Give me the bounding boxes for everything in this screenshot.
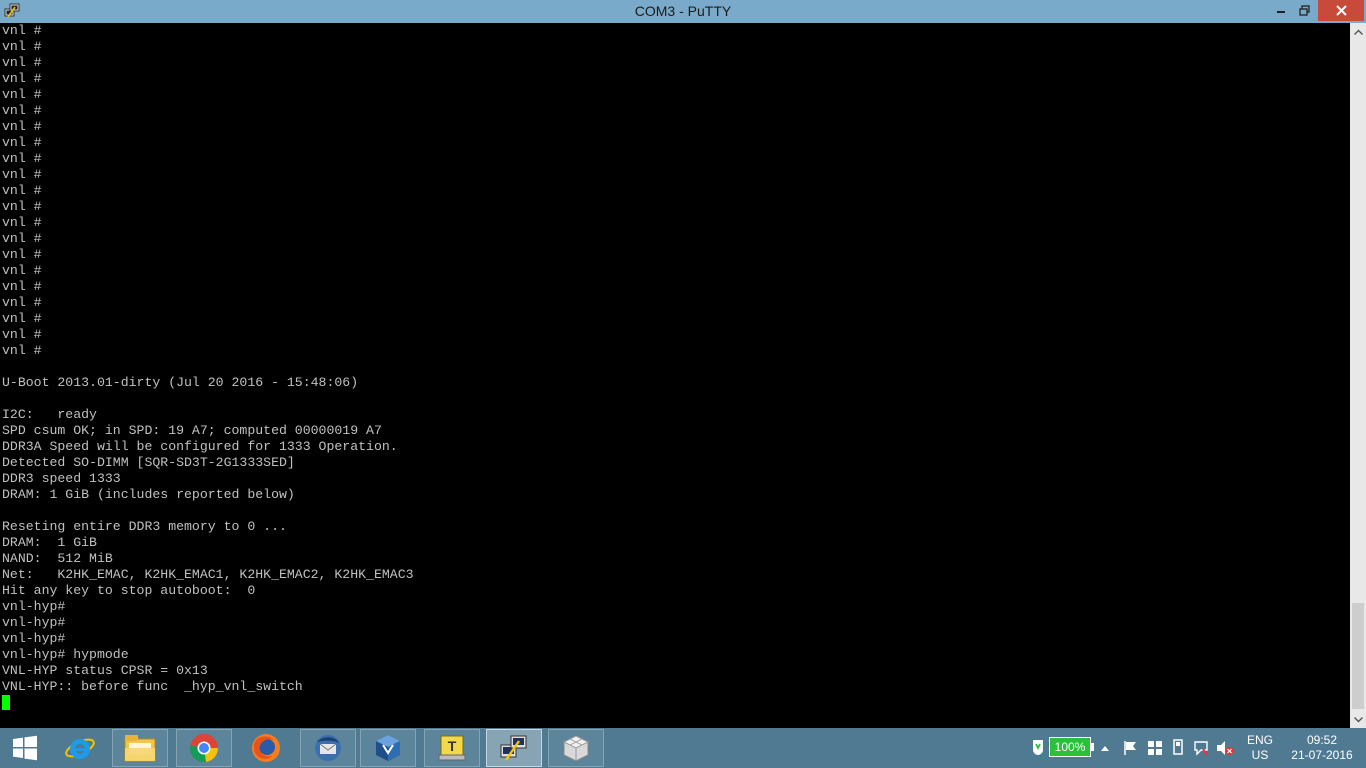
cube-app-icon — [562, 735, 590, 762]
window-title: COM3 - PuTTY — [634, 3, 732, 19]
windows-logo-icon — [13, 735, 37, 761]
terminal-line: vnl # — [2, 23, 42, 38]
close-icon — [1335, 5, 1347, 16]
firefox-icon — [252, 734, 280, 762]
terminal-line: vnl # — [2, 263, 42, 278]
terminal-line: VNL-HYP status CPSR = 0x13 — [2, 663, 208, 678]
thunderbird-icon — [315, 735, 341, 761]
restore-icon — [1298, 5, 1310, 16]
battery-nub — [1091, 743, 1094, 751]
terminal-line: vnl # — [2, 295, 42, 310]
putty-icon — [500, 735, 527, 761]
terminal-line: vnl-hyp# — [2, 615, 66, 630]
terminal-output: vnl # vnl # vnl # vnl # vnl # vnl # vnl # vnl #… — [0, 23, 1350, 695]
taskbar-firefox[interactable] — [238, 729, 294, 767]
terminal-line: vnl # — [2, 199, 42, 214]
taskbar-thunderbird[interactable] — [300, 729, 356, 767]
terminal-line: DDR3A Speed will be configured for 1333 … — [2, 439, 398, 454]
terminal-line: NAND: 512 MiB — [2, 551, 113, 566]
terminal-line: DRAM: 1 GiB — [2, 535, 97, 550]
file-explorer-icon — [124, 735, 156, 762]
svg-text:T: T — [448, 738, 457, 754]
terminal-line: vnl # — [2, 87, 42, 102]
terminal-line: vnl # — [2, 311, 42, 326]
terminal-line: vnl-hyp# hypmode — [2, 647, 129, 662]
terminal-line: vnl # — [2, 231, 42, 246]
taskbar-chrome[interactable] — [176, 729, 232, 767]
terminal-line: vnl # — [2, 247, 42, 262]
terminal-tool-icon: T — [438, 735, 466, 761]
terminal-line: Net: K2HK_EMAC, K2HK_EMAC1, K2HK_EMAC2, … — [2, 567, 414, 582]
terminal-line: Reseting entire DDR3 memory to 0 ... — [2, 519, 287, 534]
taskbar-putty[interactable] — [486, 729, 542, 767]
usb-device-icon[interactable] — [1171, 739, 1185, 757]
terminal-line: vnl # — [2, 327, 42, 342]
chevron-down-icon — [1353, 716, 1363, 722]
scroll-down-button[interactable] — [1350, 711, 1366, 728]
terminal-cursor — [2, 695, 10, 710]
terminal-area[interactable]: vnl # vnl # vnl # vnl # vnl # vnl # vnl # vnl #… — [0, 23, 1350, 728]
terminal-line: vnl # — [2, 135, 42, 150]
terminal-line: vnl-hyp# — [2, 631, 66, 646]
terminal-line: vnl # — [2, 103, 42, 118]
terminal-line: vnl # — [2, 151, 42, 166]
taskbar-explorer[interactable] — [112, 729, 168, 767]
minimize-icon — [1277, 10, 1285, 13]
terminal-line: Hit any key to stop autoboot: 0 — [2, 583, 256, 598]
internet-explorer-icon — [65, 738, 95, 759]
virtualbox-icon — [376, 735, 400, 761]
chrome-icon — [189, 734, 219, 763]
flag-icon[interactable] — [1122, 740, 1138, 756]
start-button[interactable] — [0, 728, 50, 768]
power-plug-icon[interactable] — [1030, 738, 1046, 758]
network-icon[interactable] — [1147, 740, 1163, 756]
taskbar-ie[interactable] — [52, 729, 108, 767]
title-bar[interactable]: COM3 - PuTTY — [0, 0, 1366, 23]
terminal-line: vnl # — [2, 55, 42, 70]
terminal-line: vnl # — [2, 119, 42, 134]
battery-indicator[interactable]: 100% — [1049, 737, 1091, 757]
terminal-line: vnl # — [2, 215, 42, 230]
language-code: ENG — [1246, 733, 1273, 747]
action-center-icon[interactable] — [1193, 740, 1209, 756]
system-clock[interactable]: 09:52 21-07-2016 — [1282, 733, 1362, 763]
scroll-thumb[interactable] — [1352, 603, 1364, 709]
taskbar-cube-app[interactable] — [548, 729, 604, 767]
chevron-up-icon — [1353, 29, 1363, 35]
terminal-line: vnl # — [2, 183, 42, 198]
terminal-line: Detected SO-DIMM [SQR-SD3T-2G1333SED] — [2, 455, 295, 470]
restore-button[interactable] — [1291, 0, 1317, 21]
taskbar-virtualbox[interactable] — [360, 729, 416, 767]
terminal-line: SPD csum OK; in SPD: 19 A7; computed 000… — [2, 423, 382, 438]
terminal-line: vnl # — [2, 343, 42, 358]
keyboard-layout: US — [1251, 748, 1269, 762]
terminal-line: DDR3 speed 1333 — [2, 471, 121, 486]
volume-muted-icon[interactable] — [1216, 740, 1234, 756]
terminal-line: U-Boot 2013.01-dirty (Jul 20 2016 - 15:4… — [2, 375, 359, 390]
terminal-line: vnl # — [2, 279, 42, 294]
clock-time: 09:52 — [1306, 733, 1338, 747]
vertical-scrollbar[interactable] — [1350, 23, 1366, 728]
scroll-up-button[interactable] — [1350, 23, 1366, 40]
terminal-line: vnl-hyp# — [2, 599, 66, 614]
taskbar-terminal-tool[interactable]: T — [424, 729, 480, 767]
terminal-line: I2C: ready — [2, 407, 97, 422]
terminal-line: VNL-HYP:: before func _hyp_vnl_switch — [2, 679, 303, 694]
terminal-line: vnl # — [2, 39, 42, 54]
taskbar: T 100% ENG US 09:52 21-07-2016 — [0, 728, 1366, 768]
language-indicator[interactable]: ENG US — [1240, 733, 1280, 763]
close-button[interactable] — [1318, 0, 1364, 21]
terminal-line: DRAM: 1 GiB (includes reported below) — [2, 487, 295, 502]
terminal-line: vnl # — [2, 71, 42, 86]
clock-date: 21-07-2016 — [1291, 748, 1353, 762]
tray-expand-icon[interactable] — [1100, 744, 1110, 752]
terminal-line: vnl # — [2, 167, 42, 182]
